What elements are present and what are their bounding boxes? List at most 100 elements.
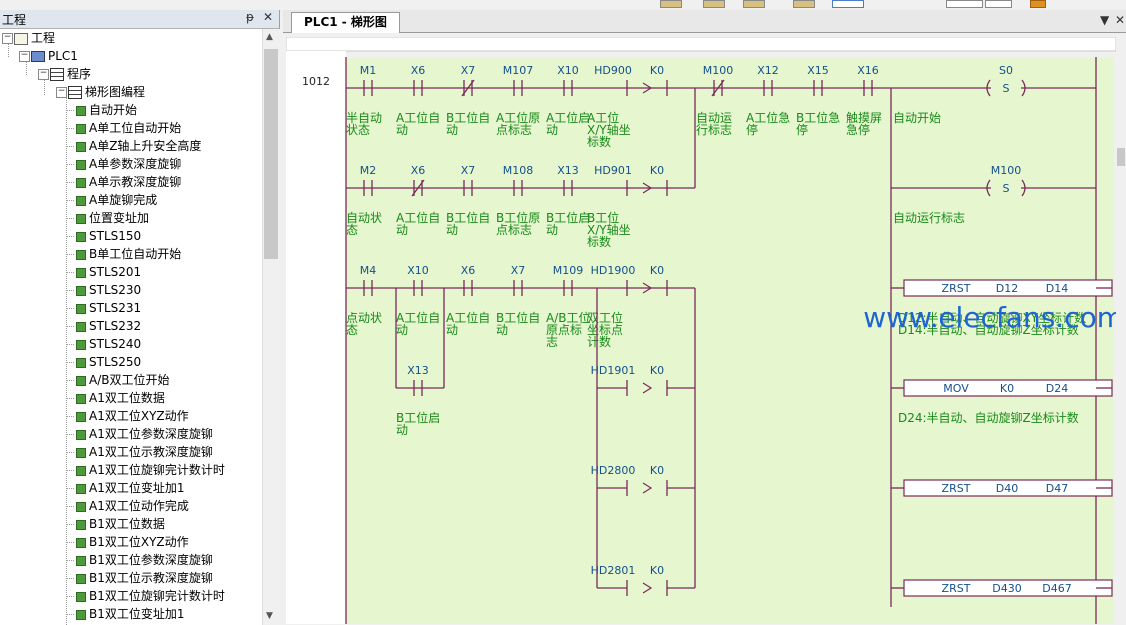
tree-item-label: STLS250 [89, 355, 142, 369]
tree-item-label: A单旋铆完成 [89, 193, 158, 207]
contact-address: X6 [411, 164, 426, 177]
tree-item[interactable]: STLS240 [76, 335, 141, 353]
tree-item[interactable]: B1双工位旋铆完计数计时 [76, 587, 225, 605]
tree-item-label: 自动开始 [89, 103, 138, 117]
tab-plc1-ladder[interactable]: PLC1 - 梯形图 [291, 12, 400, 33]
tree-item[interactable]: B单工位自动开始 [76, 245, 181, 263]
compare-operand: K0 [650, 164, 664, 177]
tree-item[interactable]: A单旋铆完成 [76, 191, 157, 209]
scroll-up-icon[interactable]: ▲ [266, 32, 273, 42]
coil-address: M100 [991, 164, 1022, 177]
tree-item-label: STLS150 [89, 229, 142, 243]
tree-item[interactable]: STLS230 [76, 281, 141, 299]
toolbar-button[interactable] [985, 0, 1012, 8]
tree-item-label: A单示教深度旋铆 [89, 175, 182, 189]
toolbar-button[interactable] [793, 0, 815, 8]
editor-scrollbar[interactable] [1116, 38, 1126, 625]
toolbar-button[interactable] [660, 0, 682, 8]
tab-close-icon[interactable]: ✕ [1115, 13, 1125, 27]
tree-item[interactable]: A1双工位示教深度旋铆 [76, 443, 213, 461]
contact-comment: 动 [396, 123, 408, 137]
tree-item[interactable]: STLS150 [76, 227, 141, 245]
tree-item[interactable]: 自动开始 [76, 101, 137, 119]
tree-item[interactable]: A1双工位参数深度旋铆 [76, 425, 213, 443]
toolbar-button[interactable] [703, 0, 725, 8]
block-icon [76, 537, 86, 548]
close-icon[interactable]: ✕ [263, 10, 273, 24]
tree-item[interactable]: A1双工位数据 [76, 389, 165, 407]
scroll-thumb[interactable] [1117, 148, 1125, 166]
collapse-icon[interactable]: − [19, 51, 30, 62]
tree-item[interactable]: STLS231 [76, 299, 141, 317]
program-icon [50, 68, 64, 81]
compare-operand: HD2801 [591, 564, 636, 577]
tree-item[interactable]: A单示教深度旋铆 [76, 173, 181, 191]
tree-item-label: B1双工位参数深度旋铆 [89, 553, 213, 567]
tree-guide [66, 416, 74, 417]
tree-item[interactable]: B1双工位数据 [76, 515, 165, 533]
scroll-down-icon[interactable]: ▼ [266, 611, 273, 621]
tree-item[interactable]: 位置变址加 [76, 209, 149, 227]
tree-item[interactable]: A1双工位变址加1 [76, 479, 184, 497]
block-icon [76, 267, 86, 278]
tab-dropdown-icon[interactable]: ▼ [1100, 13, 1109, 27]
instruction-op: ZRST [942, 482, 971, 495]
block-icon [76, 609, 86, 620]
tree-item[interactable]: A/B双工位开始 [76, 371, 170, 389]
tree-scrollbar[interactable]: ▲ ▼ [262, 29, 280, 625]
tree-guide [66, 146, 74, 147]
tree-guide [66, 200, 74, 201]
toolbar-button[interactable] [832, 0, 864, 8]
instruction-operand: K0 [1000, 382, 1014, 395]
compare-operand: K0 [650, 464, 664, 477]
tree-item[interactable]: A单Z轴上升安全高度 [76, 137, 201, 155]
ruler-strip [286, 37, 1116, 52]
tree-item[interactable]: B1双工位变址加1 [76, 605, 185, 623]
contact-address: X13 [557, 164, 579, 177]
collapse-icon[interactable]: − [56, 87, 67, 98]
toolbar-button[interactable] [1030, 0, 1046, 8]
tree-item[interactable]: A1双工位动作完成 [76, 497, 189, 515]
tree-item[interactable]: PLC1 [31, 47, 78, 65]
compare-comment: 计数 [587, 334, 611, 349]
contact-address: M4 [360, 264, 377, 277]
collapse-icon[interactable]: − [38, 69, 49, 80]
toolbar-strip [0, 0, 1126, 8]
tree-item-label: A1双工位旋铆完计数计时 [89, 463, 225, 477]
tree-item[interactable]: A单参数深度旋铆 [76, 155, 181, 173]
contact-comment: 动 [546, 223, 558, 237]
compare-operand: HD2800 [591, 464, 636, 477]
contact-comment: 停 [746, 122, 758, 137]
contact-address: X10 [557, 64, 579, 77]
tree-item[interactable]: B1双工位参数深度旋铆 [76, 551, 213, 569]
tree-item[interactable]: 工程 [14, 29, 55, 47]
block-icon [76, 429, 86, 440]
contact-address: M107 [503, 64, 534, 77]
tree-guide [66, 524, 74, 525]
tree-item[interactable]: STLS201 [76, 263, 141, 281]
toolbar-button[interactable] [946, 0, 983, 8]
contact-address: X7 [461, 164, 476, 177]
tree-item[interactable]: STLS232 [76, 317, 141, 335]
tree-item-label: STLS201 [89, 265, 142, 279]
tree-item[interactable]: STLS250 [76, 353, 141, 371]
tree-item[interactable]: 梯形图编程 [68, 83, 145, 101]
tree-item[interactable]: A单工位自动开始 [76, 119, 181, 137]
contact-address: M108 [503, 164, 534, 177]
tree-item-label: STLS240 [89, 337, 142, 351]
tree-item[interactable]: B1双工位XYZ动作 [76, 533, 189, 551]
tree-item-label: STLS230 [89, 283, 142, 297]
scroll-thumb[interactable] [264, 49, 278, 259]
tree-item[interactable]: B1双工位示教深度旋铆 [76, 569, 213, 587]
tree-item-label: STLS232 [89, 319, 142, 333]
tree-guide [66, 254, 74, 255]
tree-item[interactable]: A1双工位旋铆完计数计时 [76, 461, 225, 479]
pin-icon[interactable]: ᵽ [246, 10, 254, 24]
collapse-icon[interactable]: − [2, 33, 13, 44]
compare-gap [627, 579, 667, 597]
contact-address: M100 [703, 64, 734, 77]
tree-item[interactable]: A1双工位XYZ动作 [76, 407, 189, 425]
ladder-diagram[interactable]: 1012M1半自动状态X6A工位自动X7B工位自动M107A工位原点标志X10A… [286, 37, 1116, 624]
toolbar-button[interactable] [743, 0, 765, 8]
tree-item[interactable]: 程序 [50, 65, 91, 83]
